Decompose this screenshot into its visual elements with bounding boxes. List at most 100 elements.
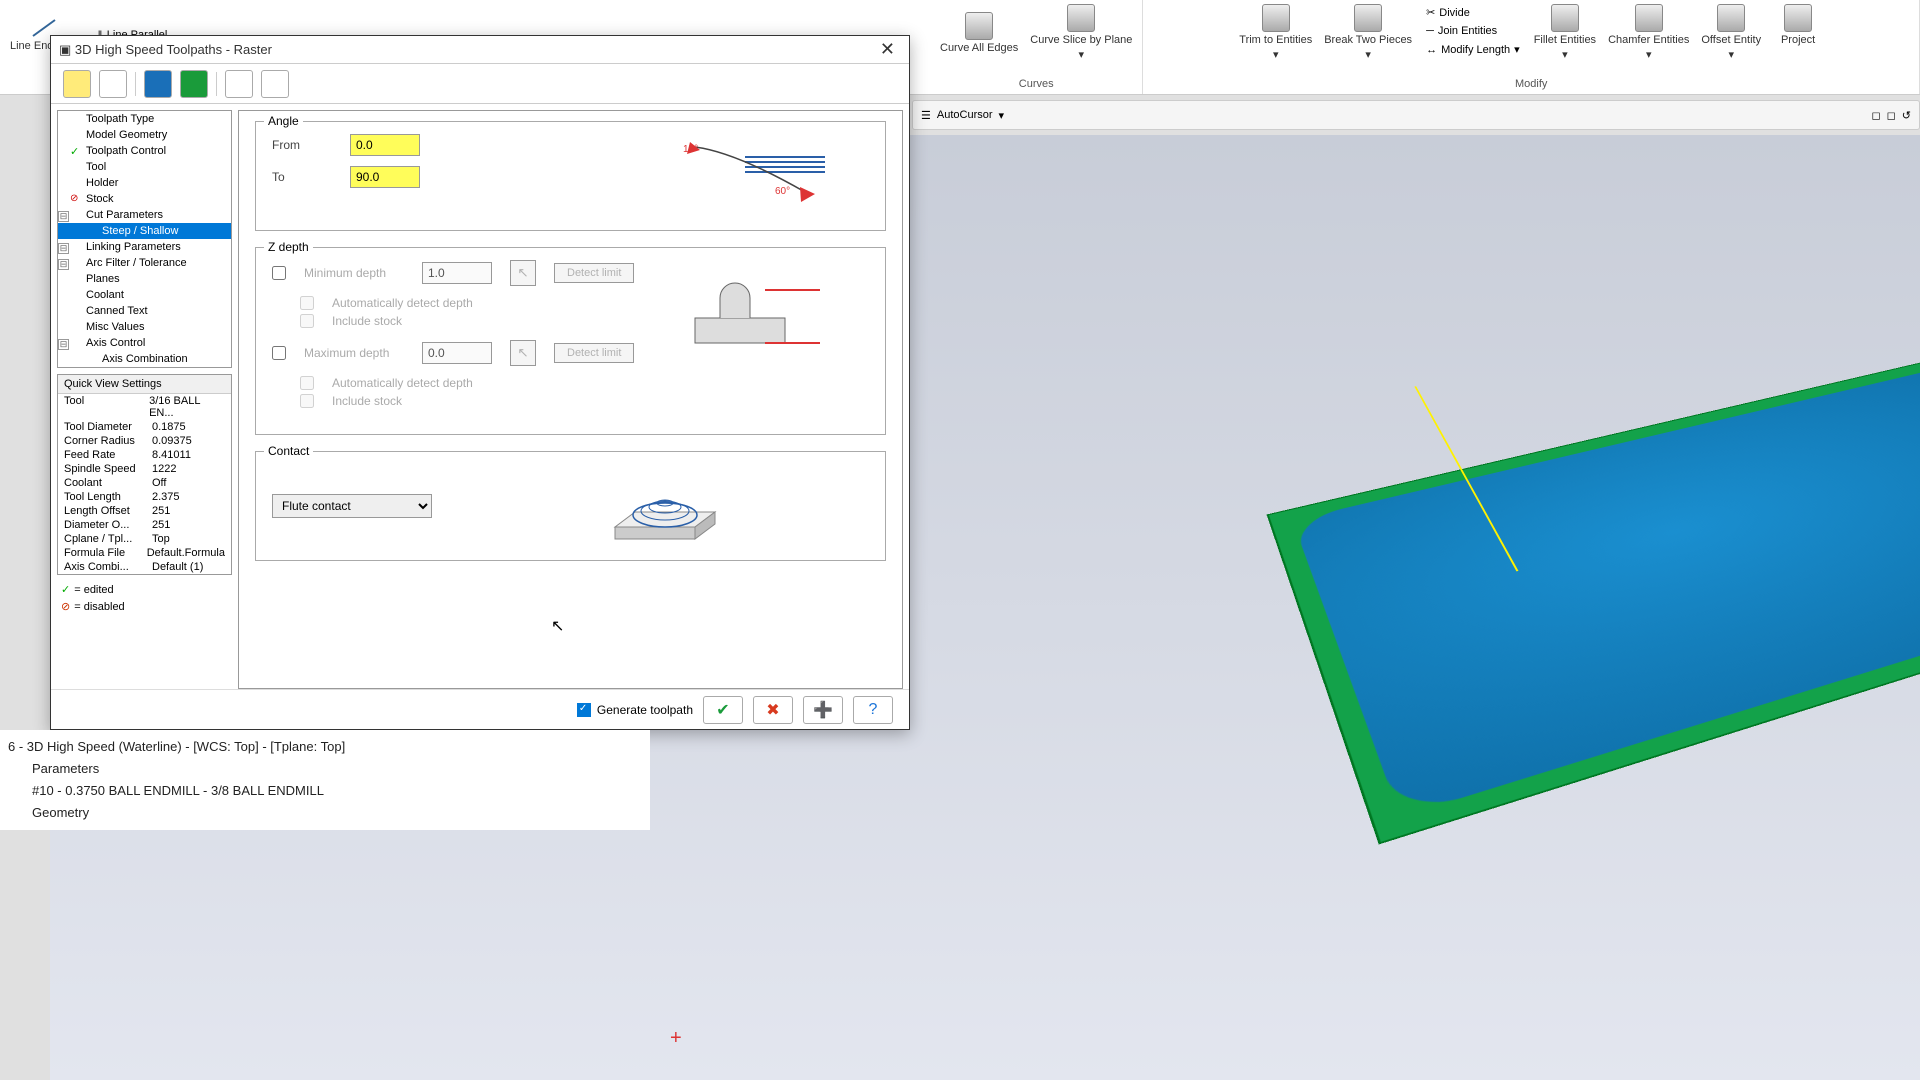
max-depth-input [422, 342, 492, 364]
app-icon: ▣ [59, 42, 71, 58]
toolbar-btn-1[interactable] [63, 70, 91, 98]
view-toolbar: ☰ AutoCursor ▾ ◻ ◻ ↺ [912, 100, 1920, 130]
group-title: Angle [264, 114, 303, 128]
fillet-button[interactable]: Fillet Entities▾ [1534, 4, 1596, 61]
toolpath-manager-tree[interactable]: 6 - 3D High Speed (Waterline) - [WCS: To… [0, 730, 650, 830]
tree-item[interactable]: Linking Parameters [58, 239, 231, 255]
auto-detect-max-check [300, 376, 314, 390]
save-icon[interactable] [144, 70, 172, 98]
qv-row: Corner Radius0.09375 [58, 434, 231, 448]
qv-row: Cplane / Tpl...Top [58, 532, 231, 546]
group-label: Curves [1019, 74, 1054, 90]
min-depth-check[interactable] [272, 266, 286, 280]
tree-item[interactable]: Axis Control [58, 335, 231, 351]
chamfer-button[interactable]: Chamfer Entities▾ [1608, 4, 1689, 61]
qv-row: Tool Length2.375 [58, 490, 231, 504]
view-tool-icon[interactable]: ◻ [1872, 109, 1881, 122]
origin-marker: + [670, 1027, 682, 1050]
modify-length-button[interactable]: ↔ Modify Length ▾ [1424, 41, 1522, 58]
max-depth-check[interactable] [272, 346, 286, 360]
tree-item[interactable]: Canned Text [58, 303, 231, 319]
dialog-footer: Generate toolpath ✔ ✖ ➕ ? [51, 689, 909, 729]
group-title: Contact [264, 444, 313, 458]
tree-item[interactable]: Stock [58, 191, 231, 207]
angle-from-input[interactable] [350, 134, 420, 156]
from-label: From [272, 138, 332, 152]
qv-row: Formula FileDefault.Formula [58, 546, 231, 560]
tree-item[interactable]: Coolant [58, 287, 231, 303]
contact-illustration [595, 467, 735, 560]
curve-all-edges-button[interactable]: Curve All Edges [940, 12, 1018, 54]
tree-item[interactable]: Toolpath Control [58, 143, 231, 159]
tree-item[interactable]: Parameters [8, 758, 642, 780]
tree-item[interactable]: #10 - 0.3750 BALL ENDMILL - 3/8 BALL END… [8, 780, 642, 802]
tree-item[interactable]: Steep / Shallow [58, 223, 231, 239]
generate-toolpath-check[interactable] [577, 703, 591, 717]
tree-item[interactable]: Misc Values [58, 319, 231, 335]
tree-item[interactable]: Tool [58, 159, 231, 175]
break-button[interactable]: Break Two Pieces▾ [1324, 4, 1412, 61]
contact-group: Contact Flute contact [255, 451, 886, 561]
qv-row: Tool3/16 BALL EN... [58, 394, 231, 420]
group-label: Modify [1515, 74, 1547, 90]
quick-view-panel: Quick View Settings Tool3/16 BALL EN...T… [57, 374, 232, 575]
tree-op[interactable]: 6 - 3D High Speed (Waterline) - [WCS: To… [8, 736, 642, 758]
qv-row: Diameter O...251 [58, 518, 231, 532]
include-stock-min-check [300, 314, 314, 328]
stock-block [1267, 340, 1920, 844]
cancel-button[interactable]: ✖ [753, 696, 793, 724]
tree-item[interactable]: Planes [58, 271, 231, 287]
parameter-panel: Angle From To 15° [238, 110, 903, 689]
check-icon: ✓ [61, 583, 70, 596]
qv-row: Axis Combi...Default (1) [58, 560, 231, 574]
toolpath-dialog: ▣ 3D High Speed Toolpaths - Raster ✕ Too… [50, 35, 910, 730]
zdepth-group: Z depth Minimum depth ↖ Detect limit Aut… [255, 247, 886, 435]
ok-button[interactable]: ✔ [703, 696, 743, 724]
trim-button[interactable]: Trim to Entities▾ [1239, 4, 1312, 61]
angle-to-input[interactable] [350, 166, 420, 188]
join-button[interactable]: ─ Join Entities [1424, 23, 1522, 39]
ribbon-group-curves: Curve All Edges Curve Slice by Plane▾ Cu… [930, 0, 1143, 94]
dialog-titlebar: ▣ 3D High Speed Toolpaths - Raster ✕ [51, 36, 909, 64]
legend: ✓= edited ⊘= disabled [61, 583, 232, 617]
toolbar-btn-2[interactable] [99, 70, 127, 98]
angle-illustration: 15° 60° [675, 132, 845, 215]
group-title: Z depth [264, 240, 313, 254]
help-button[interactable]: ? [853, 696, 893, 724]
divide-button[interactable]: ✂ Divide [1424, 4, 1522, 21]
offset-button[interactable]: Offset Entity▾ [1701, 4, 1761, 61]
tree-item[interactable]: Toolpath Type [58, 111, 231, 127]
to-label: To [272, 170, 332, 184]
delete-icon[interactable] [261, 70, 289, 98]
close-icon[interactable]: ✕ [874, 39, 901, 60]
min-depth-label: Minimum depth [304, 266, 404, 280]
ribbon-group-modify: Trim to Entities▾ Break Two Pieces▾ ✂ Di… [1143, 0, 1920, 94]
parameter-tree[interactable]: Toolpath TypeModel GeometryToolpath Cont… [57, 110, 232, 368]
contact-select[interactable]: Flute contact [272, 494, 432, 518]
auto-detect-min-check [300, 296, 314, 310]
tree-item[interactable]: Geometry [8, 802, 642, 824]
curve-slice-by-plane-button[interactable]: Curve Slice by Plane▾ [1030, 4, 1132, 61]
calc-icon[interactable] [225, 70, 253, 98]
deny-icon: ⊘ [61, 600, 70, 613]
detect-min-button: Detect limit [554, 263, 634, 283]
max-depth-label: Maximum depth [304, 346, 404, 360]
tree-item[interactable]: Holder [58, 175, 231, 191]
pick-max-icon: ↖ [510, 340, 536, 366]
view-tool-icon[interactable]: ↺ [1902, 109, 1911, 122]
tree-item[interactable]: Axis Combination [58, 351, 231, 367]
svg-text:60°: 60° [775, 186, 790, 197]
min-depth-input [422, 262, 492, 284]
view-tool-icon[interactable]: ◻ [1887, 109, 1896, 122]
tree-item[interactable]: Arc Filter / Tolerance [58, 255, 231, 271]
pick-min-icon: ↖ [510, 260, 536, 286]
autocursor-button[interactable]: AutoCursor [937, 109, 993, 121]
project-button[interactable]: Project [1773, 4, 1823, 46]
save-as-icon[interactable] [180, 70, 208, 98]
tree-item[interactable]: Cut Parameters [58, 207, 231, 223]
dialog-title-text: 3D High Speed Toolpaths - Raster [75, 42, 272, 57]
dialog-toolbar [51, 64, 909, 104]
add-button[interactable]: ➕ [803, 696, 843, 724]
qv-row: Feed Rate8.41011 [58, 448, 231, 462]
tree-item[interactable]: Model Geometry [58, 127, 231, 143]
